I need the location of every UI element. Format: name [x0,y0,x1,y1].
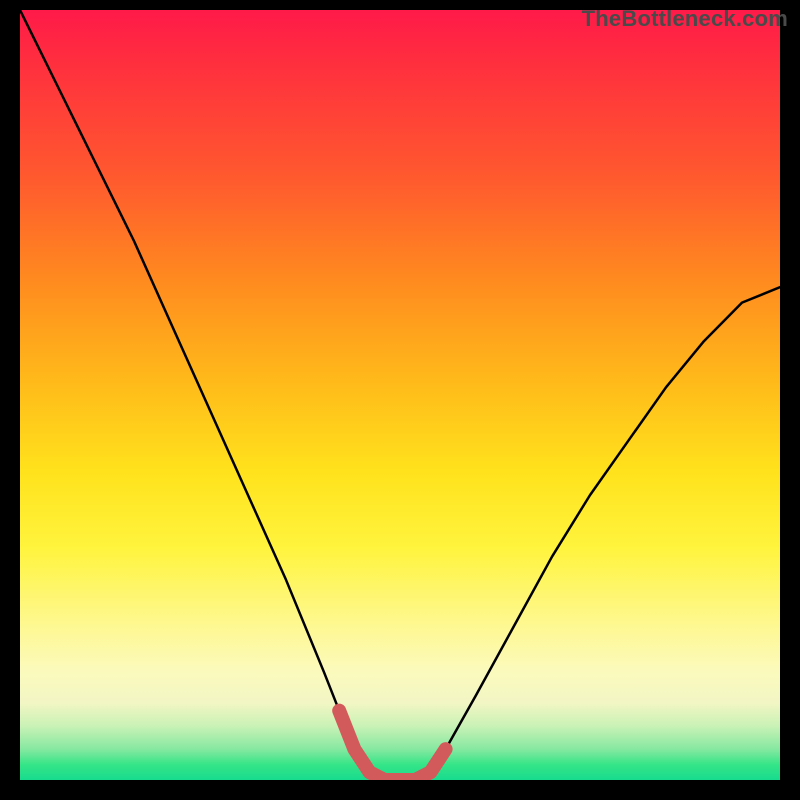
chart-stage: TheBottleneck.com [0,0,800,800]
chart-plot-area [20,10,780,780]
sweet-spot-marker-path [339,711,445,780]
watermark-text: TheBottleneck.com [582,6,788,32]
chart-svg [20,10,780,780]
bottleneck-curve-path [20,10,780,780]
